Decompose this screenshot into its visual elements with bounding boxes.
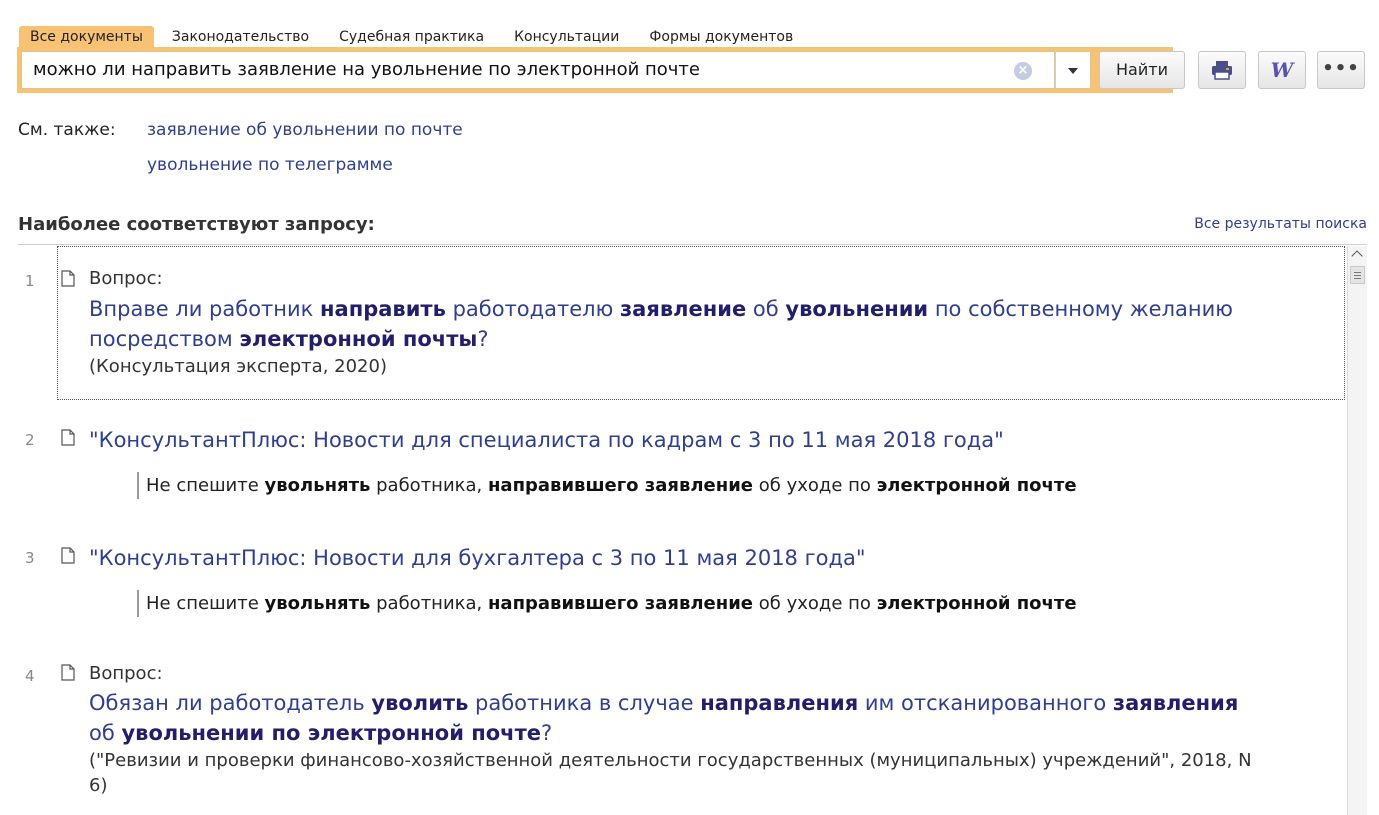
result-snippet: Не спешите увольнять работника, направив… bbox=[137, 590, 1077, 617]
see-also-link[interactable]: увольнение по телеграмме bbox=[147, 155, 393, 175]
see-also-link[interactable]: заявление об увольнении по почте bbox=[147, 120, 463, 140]
document-icon bbox=[61, 270, 75, 287]
result-type-label: Вопрос: bbox=[89, 663, 163, 684]
export-word-button[interactable]: W bbox=[1258, 51, 1306, 89]
document-icon bbox=[61, 429, 75, 446]
clear-icon[interactable]: × bbox=[1014, 62, 1032, 80]
results-scrollbar[interactable] bbox=[1347, 246, 1367, 815]
result-title-link[interactable]: Обязан ли работодатель уволить работника… bbox=[89, 688, 1269, 748]
result-snippet: Не спешите увольнять работника, направив… bbox=[137, 472, 1077, 499]
tab-consultations[interactable]: Консультации bbox=[502, 26, 631, 48]
result-number: 2 bbox=[25, 431, 35, 449]
search-history-dropdown[interactable] bbox=[1055, 51, 1091, 89]
document-icon bbox=[61, 547, 75, 564]
word-icon: W bbox=[1270, 58, 1294, 82]
print-button[interactable] bbox=[1198, 51, 1246, 89]
result-source: (Консультация эксперта, 2020) bbox=[89, 356, 387, 377]
more-icon: ••• bbox=[1322, 58, 1360, 79]
printer-icon bbox=[1212, 61, 1232, 80]
result-title-link[interactable]: "КонсультантПлюс: Новости для бухгалтера… bbox=[89, 543, 866, 573]
tab-all-documents[interactable]: Все документы bbox=[19, 26, 154, 48]
tab-legislation[interactable]: Законодательство bbox=[160, 26, 321, 48]
search-input[interactable]: можно ли направить заявление на увольнен… bbox=[21, 51, 1055, 89]
result-title-link[interactable]: Вправе ли работник направить работодател… bbox=[89, 294, 1269, 354]
tab-court-practice[interactable]: Судебная практика bbox=[327, 26, 496, 48]
result-type-label: Вопрос: bbox=[89, 268, 163, 289]
result-number: 4 bbox=[25, 667, 35, 685]
chevron-down-icon bbox=[1068, 68, 1078, 74]
tab-document-forms[interactable]: Формы документов bbox=[637, 26, 805, 48]
see-also-label: См. также: bbox=[18, 120, 116, 140]
find-button[interactable]: Найти bbox=[1099, 51, 1185, 89]
scroll-thumb[interactable] bbox=[1350, 266, 1365, 284]
result-title-link[interactable]: "КонсультантПлюс: Новости для специалист… bbox=[89, 425, 1004, 455]
tab-bar: Все документы Законодательство Судебная … bbox=[19, 26, 805, 48]
document-icon bbox=[61, 664, 75, 681]
all-results-link[interactable]: Все результаты поиска bbox=[1194, 216, 1367, 232]
divider bbox=[18, 244, 1367, 245]
search-bar: можно ли направить заявление на увольнен… bbox=[17, 47, 1185, 93]
results-heading: Наиболее соответствуют запросу: bbox=[18, 214, 375, 235]
result-source: ("Ревизии и проверки финансово-хозяйстве… bbox=[89, 750, 1252, 796]
more-options-button[interactable]: ••• bbox=[1317, 51, 1365, 89]
scroll-up-icon[interactable] bbox=[1348, 246, 1367, 264]
result-number: 3 bbox=[25, 549, 35, 567]
result-number: 1 bbox=[25, 272, 35, 290]
